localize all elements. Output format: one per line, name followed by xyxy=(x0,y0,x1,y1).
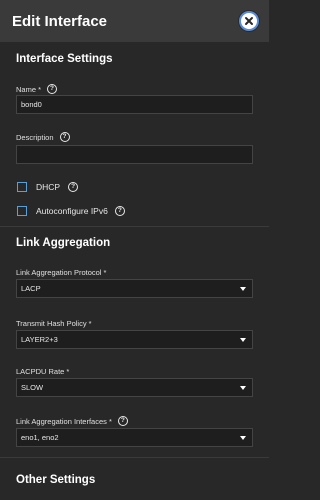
chevron-down-icon xyxy=(240,436,246,440)
name-input[interactable]: bond0 xyxy=(16,95,253,114)
close-icon xyxy=(245,17,253,25)
lacpdu-rate-label: LACPDU Rate * xyxy=(16,367,70,376)
section-divider xyxy=(0,457,269,458)
lag-interfaces-label-text: Link Aggregation Interfaces * xyxy=(16,416,112,426)
close-button[interactable] xyxy=(239,11,259,31)
dialog-title: Edit Interface xyxy=(12,12,108,30)
name-label-text: Name * xyxy=(16,84,42,94)
dialog-header: Edit Interface xyxy=(0,0,269,42)
lag-interfaces-select[interactable]: eno1, eno2 xyxy=(16,428,253,447)
name-label: Name * ? xyxy=(16,84,58,94)
lacpdu-rate-select[interactable]: SLOW xyxy=(16,378,253,397)
chevron-down-icon xyxy=(240,338,246,342)
hash-policy-select[interactable]: LAYER2+3 xyxy=(16,330,253,349)
hash-policy-label: Transmit Hash Policy * xyxy=(16,319,92,328)
protocol-select-value: LACP xyxy=(21,284,41,293)
description-label: Description ? xyxy=(16,132,70,142)
hash-policy-select-value: LAYER2+3 xyxy=(21,335,58,344)
ipv6-checkbox[interactable] xyxy=(17,206,27,216)
lag-interfaces-select-value: eno1, eno2 xyxy=(21,433,59,442)
name-input-value: bond0 xyxy=(21,100,42,109)
dhcp-label: DHCP xyxy=(36,182,61,192)
section-title-other-settings: Other Settings xyxy=(16,474,96,486)
section-title-interface-settings: Interface Settings xyxy=(16,53,113,65)
section-divider xyxy=(0,226,269,227)
description-label-text: Description xyxy=(16,132,54,142)
description-input[interactable] xyxy=(16,145,253,164)
help-icon[interactable]: ? xyxy=(114,206,125,216)
help-icon[interactable]: ? xyxy=(117,416,128,426)
help-icon[interactable]: ? xyxy=(59,132,70,142)
dhcp-row: DHCP ? xyxy=(17,182,79,192)
lacpdu-rate-select-value: SLOW xyxy=(21,383,44,392)
ipv6-row: Autoconfigure IPv6 ? xyxy=(17,206,125,216)
lag-interfaces-label: Link Aggregation Interfaces * ? xyxy=(16,416,128,426)
section-title-link-aggregation: Link Aggregation xyxy=(16,237,111,249)
help-icon[interactable]: ? xyxy=(68,182,79,192)
chevron-down-icon xyxy=(240,386,246,390)
dialog-content: Interface Settings Name * ? bond0 Descri… xyxy=(0,42,269,500)
chevron-down-icon xyxy=(240,287,246,291)
help-icon[interactable]: ? xyxy=(47,84,58,94)
protocol-label: Link Aggregation Protocol * xyxy=(16,268,107,277)
protocol-select[interactable]: LACP xyxy=(16,279,253,298)
dhcp-checkbox[interactable] xyxy=(17,182,27,192)
ipv6-label: Autoconfigure IPv6 xyxy=(36,206,108,216)
